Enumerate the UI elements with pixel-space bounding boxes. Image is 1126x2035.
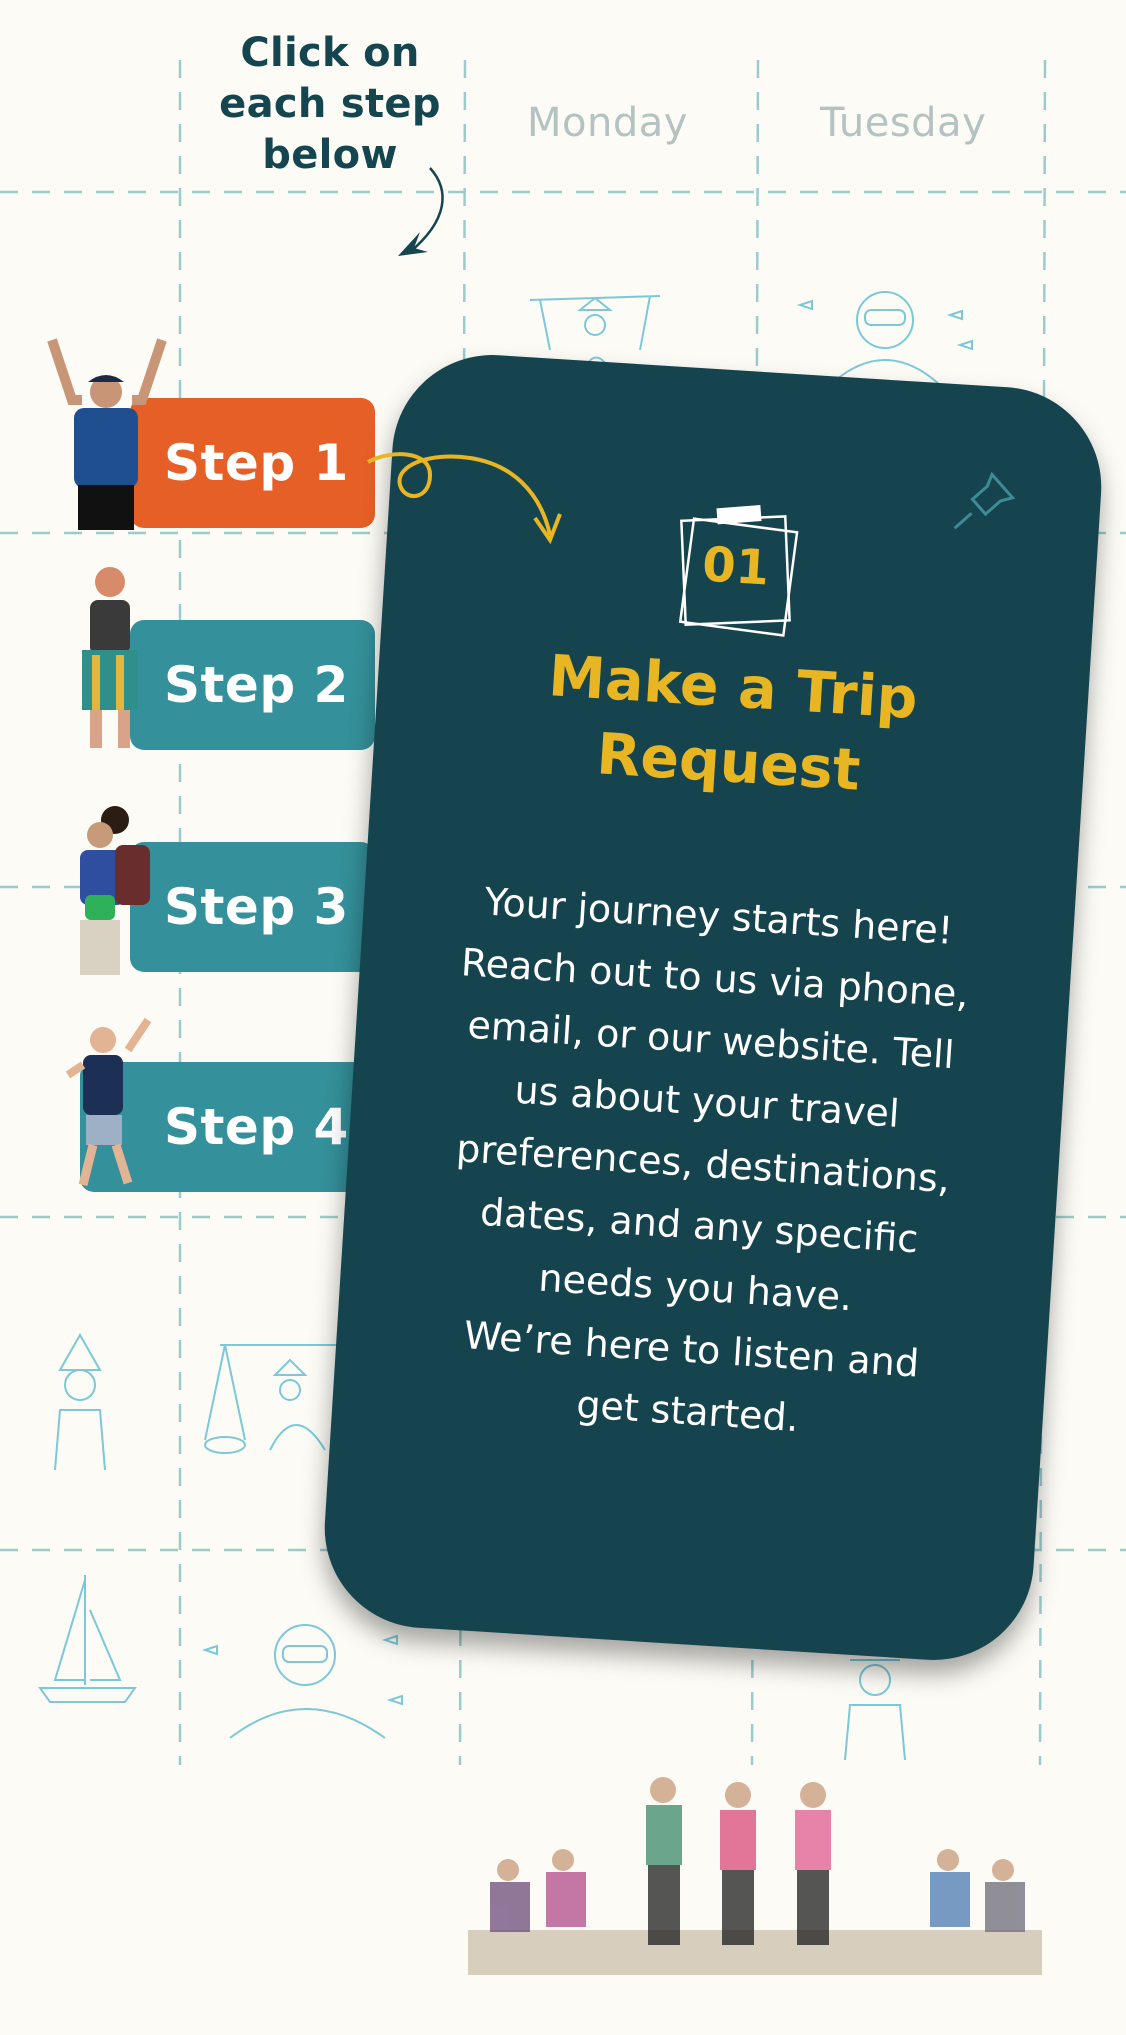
woman-sketch-icon: [54, 1332, 106, 1470]
push-pin-icon: [953, 471, 1016, 530]
diver-sketch-icon: [796, 291, 973, 385]
step-1-label: Step 1: [164, 434, 349, 492]
day-tuesday: Tuesday: [820, 100, 987, 146]
step-number: 01: [700, 536, 771, 597]
instruction-hint: Click on each step below: [200, 28, 460, 181]
step-4-label: Step 4: [164, 1098, 349, 1156]
step-2-button[interactable]: Step 2: [130, 620, 375, 750]
loop-arrow-icon: [367, 452, 562, 545]
curved-arrow-icon: [398, 167, 444, 256]
step-3-button[interactable]: Step 3: [130, 842, 375, 972]
hint-line-2: each step: [219, 81, 441, 127]
bamboo-dance-photo: [468, 1777, 1042, 1975]
person-sketch-icon: [844, 1659, 906, 1760]
step-3-label: Step 3: [164, 878, 349, 936]
step-title: Make a Trip Request: [372, 628, 1090, 822]
step-2-label: Step 2: [164, 656, 349, 714]
diver-sketch-2-icon: [201, 1624, 403, 1739]
travelers-photographing-image: [80, 806, 150, 975]
step-description: Your journey starts here! Reach out to u…: [381, 866, 1025, 1461]
day-monday: Monday: [527, 100, 688, 146]
hint-line-1: Click on: [240, 30, 420, 76]
sailboat-sketch-icon: [38, 1575, 137, 1703]
traveler-reading-image: [82, 567, 138, 748]
traveler-cheering-image: [47, 338, 167, 530]
traveler-waving-image: [65, 1017, 152, 1187]
